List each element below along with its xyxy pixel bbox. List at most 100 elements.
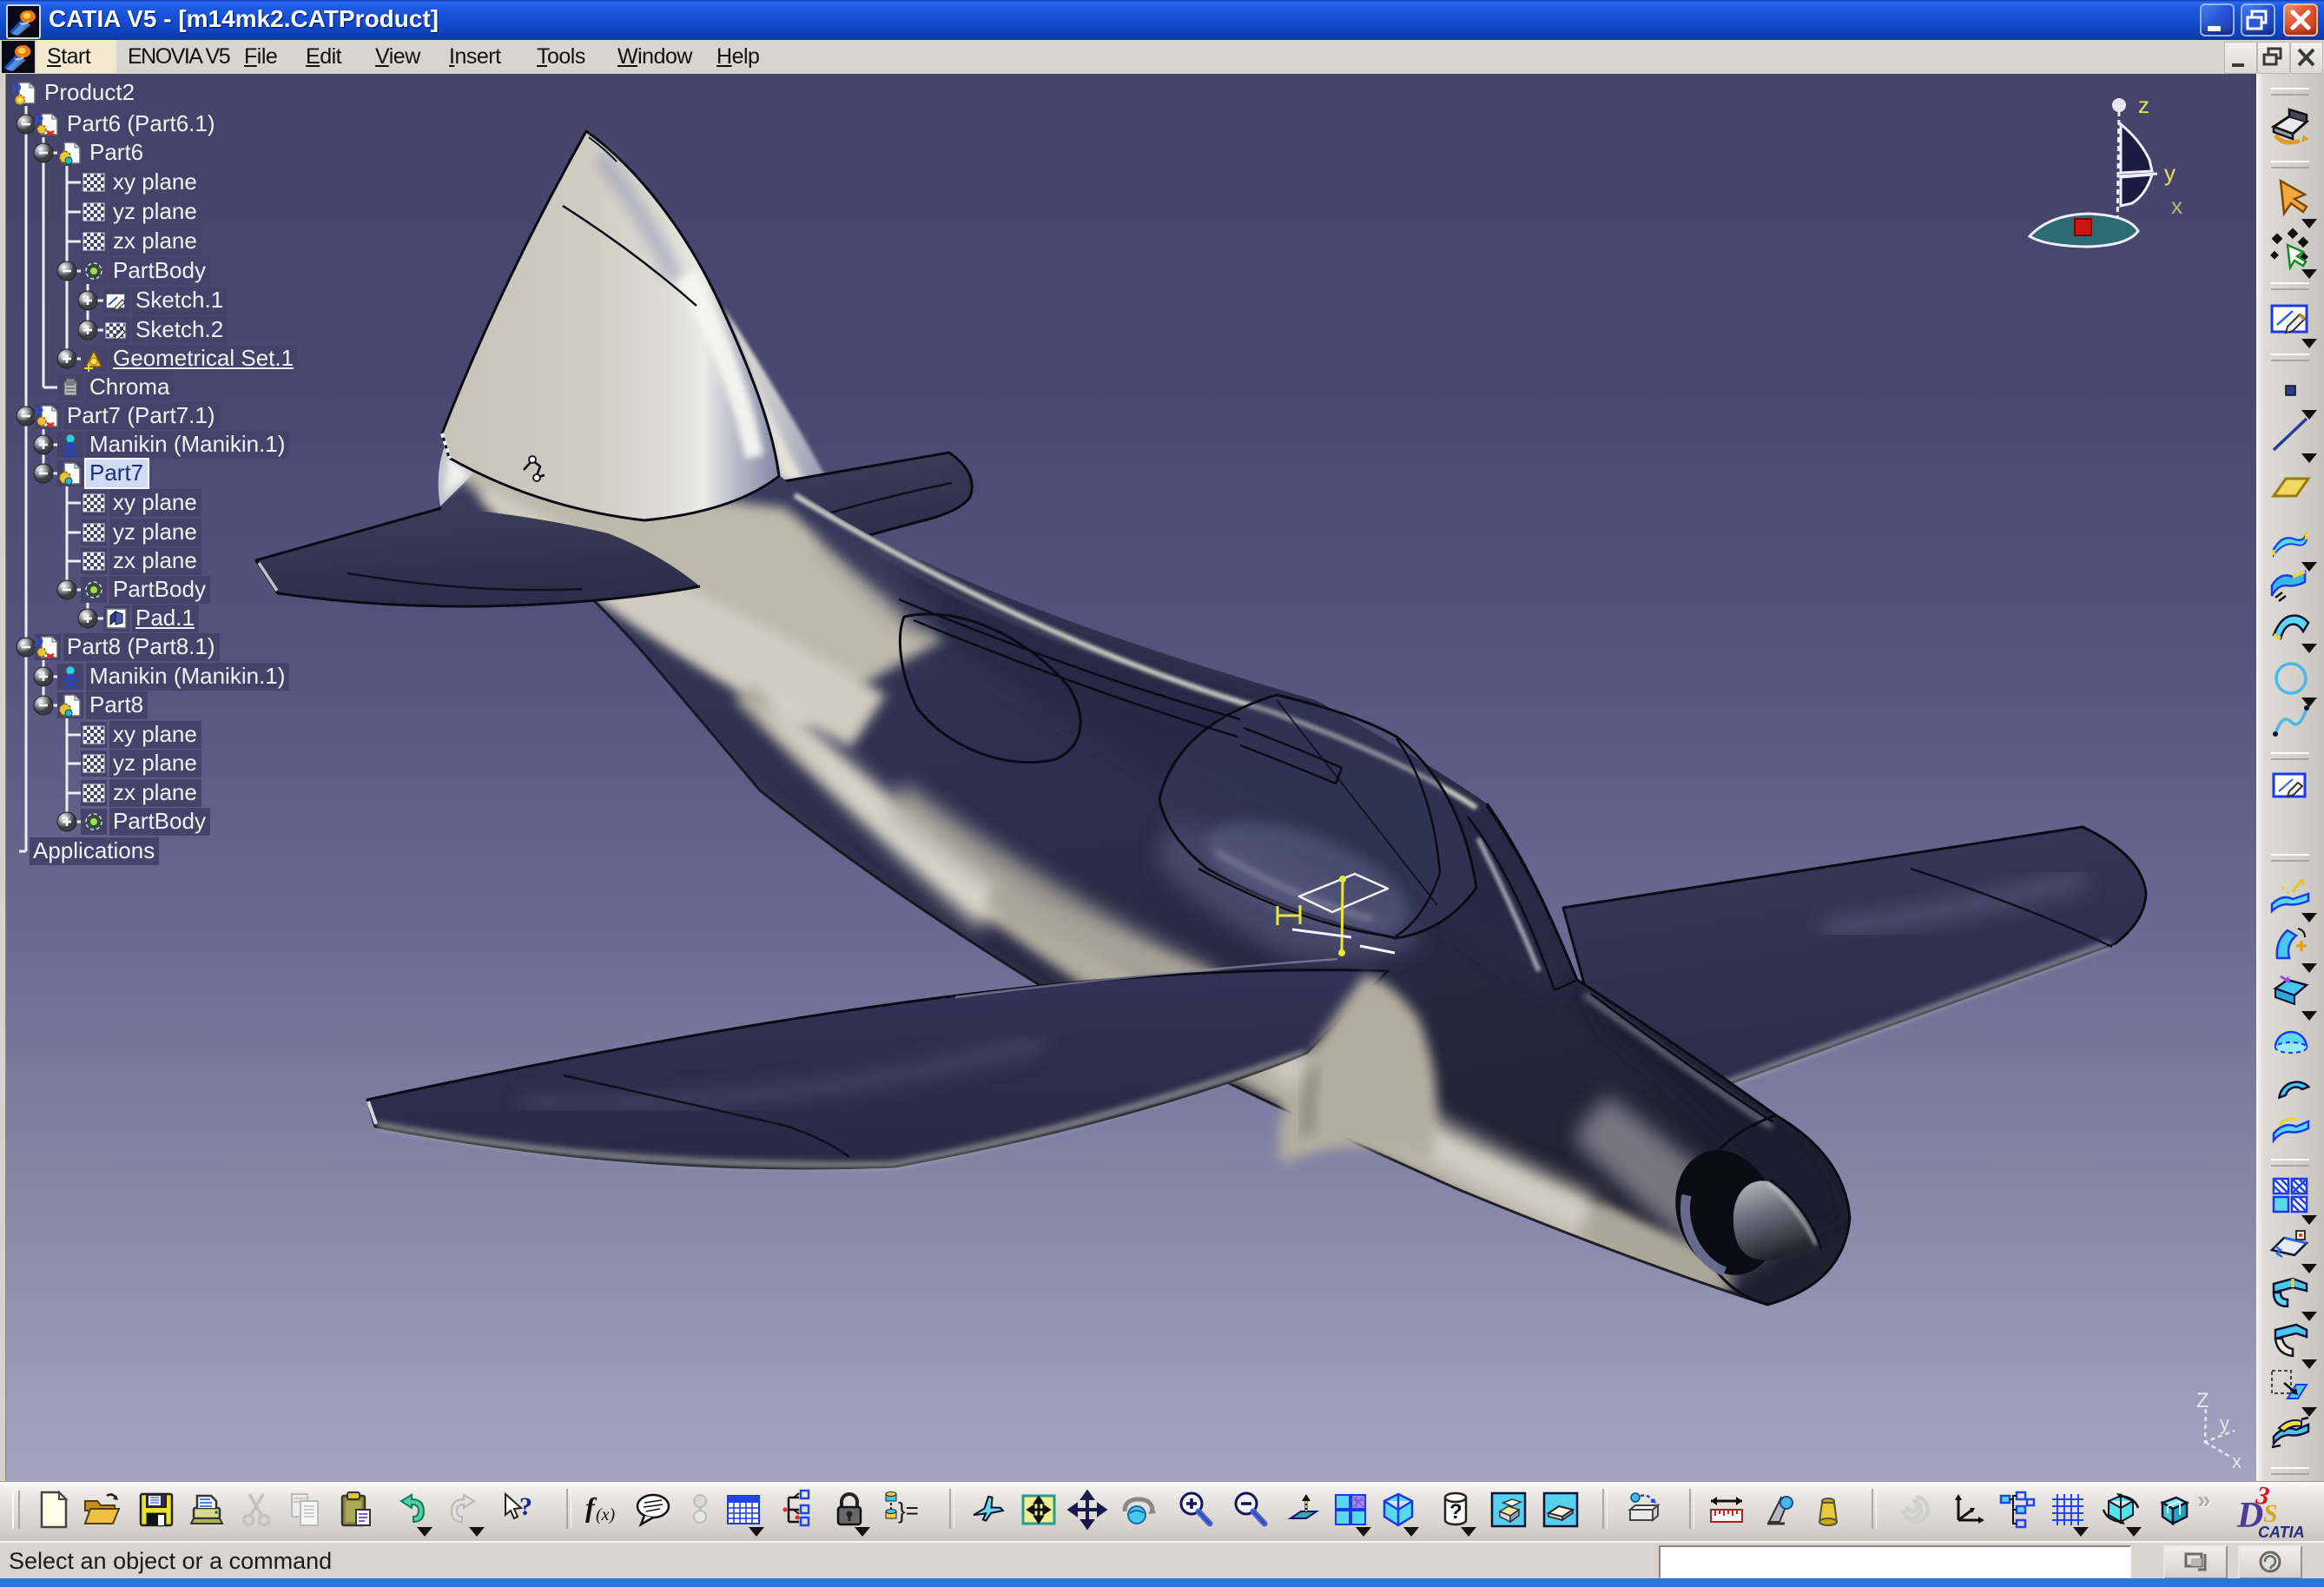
tree-item-part7-part7-1-[interactable]: PPart7 (Part7.1)	[35, 403, 220, 429]
toolbar-button-print3d[interactable]	[1623, 1489, 1665, 1531]
tree-item-part8[interactable]: Part8	[57, 692, 148, 718]
tree-item-chroma[interactable]: Chroma	[57, 374, 174, 400]
toolbar-button-linkgray[interactable]	[679, 1489, 721, 1531]
tree-item-xy-plane[interactable]: xy plane	[81, 722, 201, 748]
toolbar-drag-handle[interactable]	[2271, 161, 2309, 169]
toolbar-button-treeicon[interactable]	[776, 1489, 818, 1531]
toolbar-button-grid[interactable]	[2047, 1489, 2089, 1531]
toolbar-button-helpcursor[interactable]: ?	[498, 1489, 540, 1531]
tree-item-zx-plane[interactable]: zx plane	[81, 780, 201, 806]
toolbar-button-fillet2[interactable]	[2267, 1316, 2315, 1365]
toolbar-button-ruler[interactable]	[1706, 1489, 1747, 1531]
minimize-button[interactable]	[2200, 3, 2235, 36]
toolbar-button-fx[interactable]: f(x)	[582, 1489, 624, 1531]
toolbar-button-offset[interactable]	[2267, 1106, 2315, 1154]
toolbar-button-sketchmini[interactable]	[2267, 762, 2315, 810]
toolbar-button-openfolder[interactable]	[81, 1489, 122, 1531]
dropdown-arrow[interactable]	[1461, 1527, 1476, 1537]
toolbar-button-undo[interactable]	[391, 1489, 432, 1531]
toolbar-button-shadecube[interactable]	[1488, 1489, 1529, 1531]
toolbar-button-save[interactable]	[135, 1489, 177, 1531]
menu-file[interactable]: File	[244, 40, 277, 73]
toolbar-button-zoomout[interactable]	[1230, 1489, 1271, 1531]
toolbar-button-sketch[interactable]	[2267, 295, 2315, 344]
toolbar-button-shape2[interactable]	[2267, 968, 2315, 1016]
toolbar-button-table[interactable]	[723, 1489, 764, 1531]
dropdown-arrow[interactable]	[2301, 453, 2317, 463]
toolbar-button-fitall[interactable]	[1018, 1489, 1060, 1531]
menu-help[interactable]: Help	[716, 40, 759, 73]
menu-start[interactable]: Start	[47, 40, 90, 73]
tree-item-partbody[interactable]: PartBody	[81, 809, 210, 835]
dropdown-arrow[interactable]	[469, 1527, 485, 1537]
toolbar-button-point[interactable]	[2267, 367, 2315, 415]
menu-insert[interactable]: Insert	[449, 40, 501, 73]
toolbar-button-lock[interactable]	[829, 1489, 870, 1531]
toolbar-drag-handle[interactable]	[2271, 1159, 2309, 1167]
toolbar-button-ratio[interactable]: }=	[881, 1489, 922, 1531]
mdi-close-button[interactable]	[2290, 42, 2323, 74]
mdi-minimize-button[interactable]	[2224, 42, 2257, 74]
status-button-window[interactable]	[2163, 1545, 2228, 1579]
toolbar-button-zoomin[interactable]	[1175, 1489, 1217, 1531]
toolbar-button-surfyellow[interactable]	[2267, 1411, 2315, 1459]
toolbar-button-foursquare[interactable]	[2267, 1172, 2315, 1220]
title-bar[interactable]: CATIA V5 - [m14mk2.CATProduct]	[0, 0, 2324, 40]
dropdown-arrow[interactable]	[417, 1527, 432, 1537]
dropdown-arrow[interactable]	[1403, 1527, 1419, 1537]
toolbar-drag-handle[interactable]	[12, 1491, 20, 1529]
toolbar-button-structure[interactable]	[1996, 1489, 2037, 1531]
toolbar-button-fillet1[interactable]	[2267, 1268, 2315, 1317]
toolbar-button-printer[interactable]	[185, 1489, 227, 1531]
dropdown-arrow[interactable]	[2073, 1527, 2089, 1537]
tree-item-yz-plane[interactable]: yz plane	[81, 199, 201, 225]
tree-item-part6-part6-1-[interactable]: PPart6 (Part6.1)	[35, 111, 220, 137]
toolbar-drag-handle[interactable]	[2271, 282, 2309, 290]
mdi-restore-button[interactable]	[2257, 42, 2290, 74]
tree-item-zx-plane[interactable]: zx plane	[81, 548, 201, 574]
tree-item-partbody[interactable]: PartBody	[81, 577, 210, 603]
tree-item-xy-plane[interactable]: xy plane	[81, 169, 201, 195]
view-compass[interactable]: z y x	[2030, 92, 2182, 247]
dropdown-arrow[interactable]	[2126, 1527, 2142, 1537]
tree-item-geometrical-set-1[interactable]: Geometrical Set.1	[81, 346, 298, 372]
toolbar-button-airplane[interactable]	[966, 1489, 1007, 1531]
toolbar-button-line[interactable]	[2267, 410, 2315, 459]
tree-item-sketch-2[interactable]: Sketch.2	[103, 317, 228, 343]
menu-edit[interactable]: Edit	[306, 40, 341, 73]
tree-item-zx-plane[interactable]: zx plane	[81, 228, 201, 255]
tree-item-manikin-manikin-1-[interactable]: Manikin (Manikin.1)	[57, 432, 289, 458]
dropdown-arrow[interactable]	[2301, 339, 2317, 348]
toolbar-button-redo[interactable]	[443, 1489, 485, 1531]
tree-item-part6[interactable]: Part6	[57, 140, 148, 166]
menu-window[interactable]: Window	[617, 40, 692, 73]
toolbar-button-newdoc[interactable]	[33, 1489, 75, 1531]
toolbar-button-chevrons[interactable]: »	[2192, 1489, 2234, 1531]
toolbar-button-workbench[interactable]	[2267, 101, 2315, 149]
tree-item-manikin-manikin-1-[interactable]: Manikin (Manikin.1)	[57, 664, 289, 690]
menu-view[interactable]: View	[375, 40, 420, 73]
toolbar-button-swirl[interactable]	[1895, 1489, 1937, 1531]
command-input[interactable]	[1659, 1545, 2131, 1579]
toolbar-button-sweep3[interactable]	[2267, 600, 2315, 649]
airplane-model[interactable]	[256, 131, 2146, 1372]
toolbar-button-copy[interactable]	[285, 1489, 327, 1531]
toolbar-button-surfarrow[interactable]	[2267, 870, 2315, 918]
menu-tools[interactable]: Tools	[537, 40, 585, 73]
toolbar-button-planearrow[interactable]	[2267, 1364, 2315, 1412]
toolbar-button-flatcube[interactable]	[1540, 1489, 1581, 1531]
tree-item-pad-1[interactable]: Pad.1	[103, 605, 199, 631]
toolbar-button-normalview[interactable]	[1285, 1489, 1327, 1531]
tree-item-yz-plane[interactable]: yz plane	[81, 519, 201, 546]
dropdown-arrow[interactable]	[1356, 1527, 1371, 1537]
toolbar-button-saw[interactable]	[2267, 1220, 2315, 1269]
dropdown-arrow[interactable]	[855, 1527, 870, 1537]
toolbar-button-spline[interactable]	[2267, 696, 2315, 744]
toolbar-button-cut[interactable]	[235, 1489, 277, 1531]
toolbar-drag-handle[interactable]	[2271, 88, 2309, 96]
toolbar-button-revolve[interactable]	[2267, 920, 2315, 969]
tree-item-xy-plane[interactable]: xy plane	[81, 490, 201, 516]
tree-item-sketch-1[interactable]: Sketch.1	[103, 288, 228, 314]
restore-button[interactable]	[2241, 3, 2275, 36]
tree-item-partbody[interactable]: PartBody	[81, 258, 210, 284]
